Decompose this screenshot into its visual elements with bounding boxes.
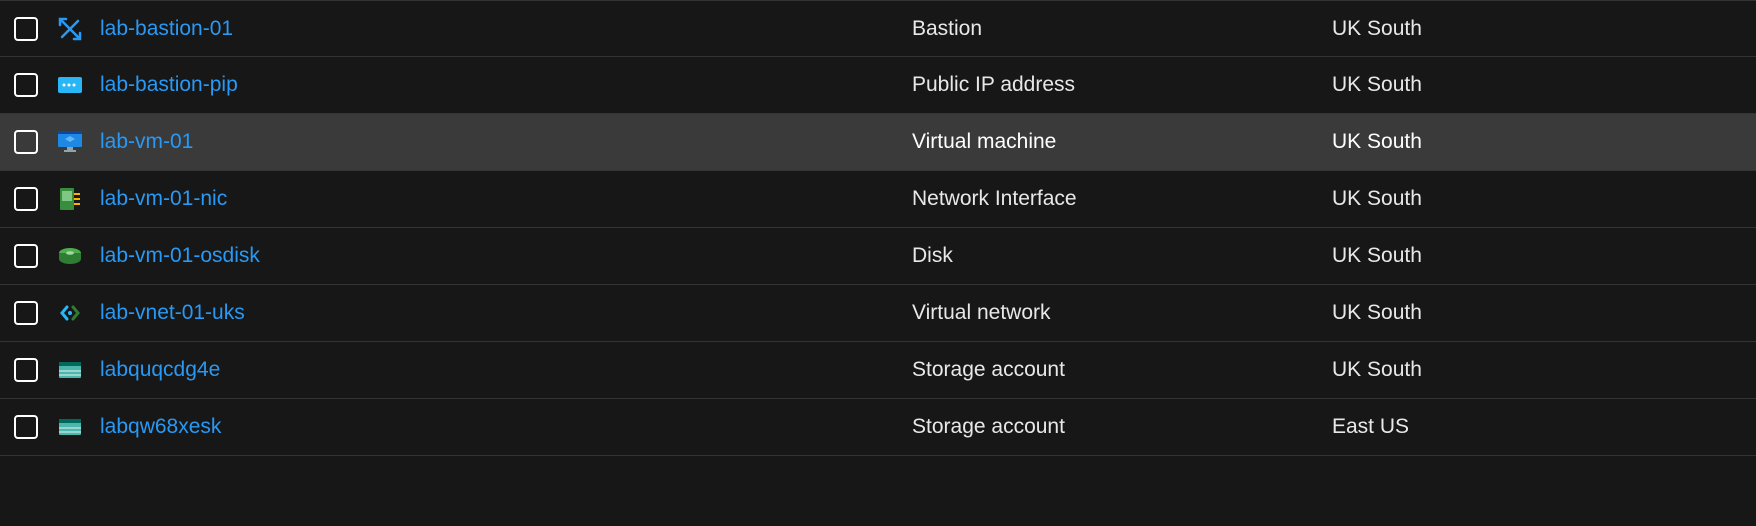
resource-type: Storage account (912, 415, 1332, 439)
resource-location: East US (1332, 415, 1742, 439)
resource-list: lab-bastion-01BastionUK Southlab-bastion… (0, 0, 1756, 456)
resource-row[interactable]: labquqcdg4eStorage accountUK South (0, 342, 1756, 399)
row-checkbox[interactable] (14, 17, 38, 41)
row-checkbox[interactable] (14, 358, 38, 382)
resource-location: UK South (1332, 73, 1742, 97)
resource-location: UK South (1332, 130, 1742, 154)
vnet-icon (56, 299, 84, 327)
resource-location: UK South (1332, 244, 1742, 268)
resource-name-link[interactable]: lab-vm-01-nic (100, 187, 912, 211)
resource-name-link[interactable]: lab-vnet-01-uks (100, 301, 912, 325)
resource-row[interactable]: lab-vm-01-nicNetwork InterfaceUK South (0, 171, 1756, 228)
row-checkbox[interactable] (14, 415, 38, 439)
resource-name-link[interactable]: labquqcdg4e (100, 358, 912, 382)
storage-icon (56, 413, 84, 441)
resource-location: UK South (1332, 17, 1742, 41)
resource-name-link[interactable]: lab-vm-01-osdisk (100, 244, 912, 268)
resource-row[interactable]: lab-vm-01Virtual machineUK South (0, 114, 1756, 171)
row-checkbox[interactable] (14, 301, 38, 325)
nic-icon (56, 185, 84, 213)
pip-icon (56, 71, 84, 99)
resource-type: Public IP address (912, 73, 1332, 97)
disk-icon (56, 242, 84, 270)
resource-row[interactable]: lab-bastion-pipPublic IP addressUK South (0, 57, 1756, 114)
resource-type: Virtual machine (912, 130, 1332, 154)
resource-name-link[interactable]: lab-vm-01 (100, 130, 912, 154)
resource-row[interactable]: lab-vm-01-osdiskDiskUK South (0, 228, 1756, 285)
row-checkbox[interactable] (14, 244, 38, 268)
resource-name-link[interactable]: labqw68xesk (100, 415, 912, 439)
resource-type: Storage account (912, 358, 1332, 382)
row-checkbox[interactable] (14, 73, 38, 97)
resource-name-link[interactable]: lab-bastion-pip (100, 73, 912, 97)
resource-location: UK South (1332, 187, 1742, 211)
resource-type: Virtual network (912, 301, 1332, 325)
resource-location: UK South (1332, 301, 1742, 325)
resource-name-link[interactable]: lab-bastion-01 (100, 17, 912, 41)
bastion-icon (56, 15, 84, 43)
resource-type: Network Interface (912, 187, 1332, 211)
row-checkbox[interactable] (14, 187, 38, 211)
storage-icon (56, 356, 84, 384)
vm-icon (56, 128, 84, 156)
resource-row[interactable]: labqw68xeskStorage accountEast US (0, 399, 1756, 456)
resource-row[interactable]: lab-vnet-01-uksVirtual networkUK South (0, 285, 1756, 342)
resource-row[interactable]: lab-bastion-01BastionUK South (0, 0, 1756, 57)
row-checkbox[interactable] (14, 130, 38, 154)
resource-location: UK South (1332, 358, 1742, 382)
resource-type: Bastion (912, 17, 1332, 41)
resource-type: Disk (912, 244, 1332, 268)
